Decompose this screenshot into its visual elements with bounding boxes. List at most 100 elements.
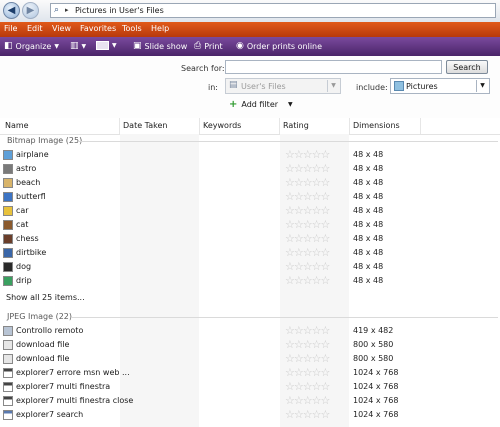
file-name: explorer7 multi finestra: [16, 382, 111, 391]
list-item[interactable]: car ☆☆☆☆☆ 48 x 48: [0, 204, 500, 218]
list-item[interactable]: cat ☆☆☆☆☆ 48 x 48: [0, 218, 500, 232]
show-all-link[interactable]: Show all 25 items...: [6, 293, 85, 302]
search-button[interactable]: Search: [446, 60, 488, 74]
add-filter-button[interactable]: + Add filter ▼: [229, 99, 293, 110]
rating-stars[interactable]: ☆☆☆☆☆: [285, 176, 330, 189]
address-field[interactable]: ⌕ ▸ Pictures in User's Files: [50, 3, 496, 18]
file-dimensions: 1024 x 768: [353, 382, 399, 391]
image-thumbnail-icon: [3, 164, 13, 174]
image-thumbnail-icon: [3, 192, 13, 202]
list-item[interactable]: astro ☆☆☆☆☆ 48 x 48: [0, 162, 500, 176]
preview-pane-button[interactable]: ▼: [96, 41, 117, 50]
column-header-dimensions[interactable]: Dimensions: [353, 121, 400, 130]
rating-stars[interactable]: ☆☆☆☆☆: [285, 338, 330, 351]
rating-stars[interactable]: ☆☆☆☆☆: [285, 408, 330, 421]
list-item[interactable]: download file ☆☆☆☆☆ 800 x 580: [0, 352, 500, 366]
rating-stars[interactable]: ☆☆☆☆☆: [285, 232, 330, 245]
image-thumbnail-icon: [3, 326, 13, 336]
rating-stars[interactable]: ☆☆☆☆☆: [285, 366, 330, 379]
file-name: drip: [16, 276, 32, 285]
group-header-bitmap[interactable]: Bitmap Image (25): [7, 136, 82, 145]
column-divider[interactable]: [199, 118, 200, 134]
forward-arrow-icon: ▶: [26, 5, 35, 16]
column-divider[interactable]: [279, 118, 280, 134]
file-dimensions: 48 x 48: [353, 178, 384, 187]
search-folder-icon: ⌕: [54, 5, 60, 15]
address-path[interactable]: Pictures in User's Files: [75, 6, 164, 15]
menu-favorites[interactable]: Favorites: [80, 24, 116, 33]
command-toolbar: ◧ Organize ▼ ▥ ▼ ▼ ▣ Slide show ⎙ Print …: [0, 37, 500, 56]
slideshow-button[interactable]: ▣ Slide show: [133, 41, 187, 51]
group-header-jpeg[interactable]: JPEG Image (22): [7, 312, 72, 321]
list-item[interactable]: drip ☆☆☆☆☆ 48 x 48: [0, 274, 500, 288]
printer-icon: ⎙: [194, 41, 202, 51]
list-item[interactable]: dirtbike ☆☆☆☆☆ 48 x 48: [0, 246, 500, 260]
image-thumbnail-icon: [3, 220, 13, 230]
file-name: Controllo remoto: [16, 326, 84, 335]
chevron-down-icon[interactable]: ▼: [476, 80, 488, 92]
rating-stars[interactable]: ☆☆☆☆☆: [285, 380, 330, 393]
list-item[interactable]: airplane ☆☆☆☆☆ 48 x 48: [0, 148, 500, 162]
rating-stars[interactable]: ☆☆☆☆☆: [285, 394, 330, 407]
list-item[interactable]: explorer7 multi finestra close ☆☆☆☆☆ 102…: [0, 394, 500, 408]
image-thumbnail-icon: [3, 340, 13, 350]
print-button[interactable]: ⎙ Print: [194, 41, 223, 51]
chevron-down-icon[interactable]: ▼: [327, 80, 339, 92]
menu-file[interactable]: File: [4, 24, 17, 33]
include-select[interactable]: Pictures ▼: [390, 78, 490, 94]
column-divider[interactable]: [119, 118, 120, 134]
column-header-date-taken[interactable]: Date Taken: [123, 121, 167, 130]
menu-help[interactable]: Help: [151, 24, 169, 33]
menu-tools[interactable]: Tools: [122, 24, 142, 33]
forward-button[interactable]: ▶: [22, 2, 39, 19]
menu-bar: File Edit View Favorites Tools Help: [0, 22, 500, 37]
image-thumbnail-icon: [3, 248, 13, 258]
column-header-name[interactable]: Name: [5, 121, 29, 130]
rating-stars[interactable]: ☆☆☆☆☆: [285, 162, 330, 175]
chevron-down-icon: ▼: [288, 101, 293, 108]
search-panel: Search for: Search in: ▤ User's Files ▼ …: [0, 56, 500, 119]
views-button[interactable]: ▥ ▼: [70, 41, 86, 51]
rating-stars[interactable]: ☆☆☆☆☆: [285, 218, 330, 231]
rating-stars[interactable]: ☆☆☆☆☆: [285, 324, 330, 337]
rating-stars[interactable]: ☆☆☆☆☆: [285, 190, 330, 203]
file-dimensions: 48 x 48: [353, 164, 384, 173]
file-name: explorer7 errore msn web ...: [16, 368, 130, 377]
list-item[interactable]: chess ☆☆☆☆☆ 48 x 48: [0, 232, 500, 246]
rating-stars[interactable]: ☆☆☆☆☆: [285, 260, 330, 273]
list-item[interactable]: Controllo remoto ☆☆☆☆☆ 419 x 482: [0, 324, 500, 338]
column-divider[interactable]: [349, 118, 350, 134]
column-divider[interactable]: [420, 118, 421, 134]
list-item[interactable]: download file ☆☆☆☆☆ 800 x 580: [0, 338, 500, 352]
file-name: airplane: [16, 150, 49, 159]
image-thumbnail-icon: [3, 410, 13, 420]
file-name: download file: [16, 340, 70, 349]
image-thumbnail-icon: [3, 234, 13, 244]
list-item[interactable]: explorer7 search ☆☆☆☆☆ 1024 x 768: [0, 408, 500, 422]
list-item[interactable]: dog ☆☆☆☆☆ 48 x 48: [0, 260, 500, 274]
file-name: car: [16, 206, 29, 215]
rating-stars[interactable]: ☆☆☆☆☆: [285, 352, 330, 365]
back-button[interactable]: ◀: [3, 2, 20, 19]
file-dimensions: 48 x 48: [353, 220, 384, 229]
organize-button[interactable]: ◧ Organize ▼: [4, 41, 59, 51]
list-item[interactable]: explorer7 errore msn web ... ☆☆☆☆☆ 1024 …: [0, 366, 500, 380]
list-item[interactable]: butterfl ☆☆☆☆☆ 48 x 48: [0, 190, 500, 204]
list-item[interactable]: explorer7 multi finestra ☆☆☆☆☆ 1024 x 76…: [0, 380, 500, 394]
chevron-down-icon: ▼: [112, 42, 117, 49]
rating-stars[interactable]: ☆☆☆☆☆: [285, 204, 330, 217]
in-location-select[interactable]: ▤ User's Files ▼: [225, 78, 341, 94]
rating-stars[interactable]: ☆☆☆☆☆: [285, 246, 330, 259]
chevron-down-icon: ▼: [81, 42, 87, 50]
print-label: Print: [204, 41, 223, 51]
order-prints-button[interactable]: ◉ Order prints online: [236, 41, 322, 51]
menu-view[interactable]: View: [52, 24, 71, 33]
column-header-rating[interactable]: Rating: [283, 121, 309, 130]
column-header-keywords[interactable]: Keywords: [203, 121, 241, 130]
menu-edit[interactable]: Edit: [27, 24, 43, 33]
file-name: astro: [16, 164, 37, 173]
rating-stars[interactable]: ☆☆☆☆☆: [285, 274, 330, 287]
list-item[interactable]: beach ☆☆☆☆☆ 48 x 48: [0, 176, 500, 190]
search-input[interactable]: [225, 60, 442, 74]
rating-stars[interactable]: ☆☆☆☆☆: [285, 148, 330, 161]
